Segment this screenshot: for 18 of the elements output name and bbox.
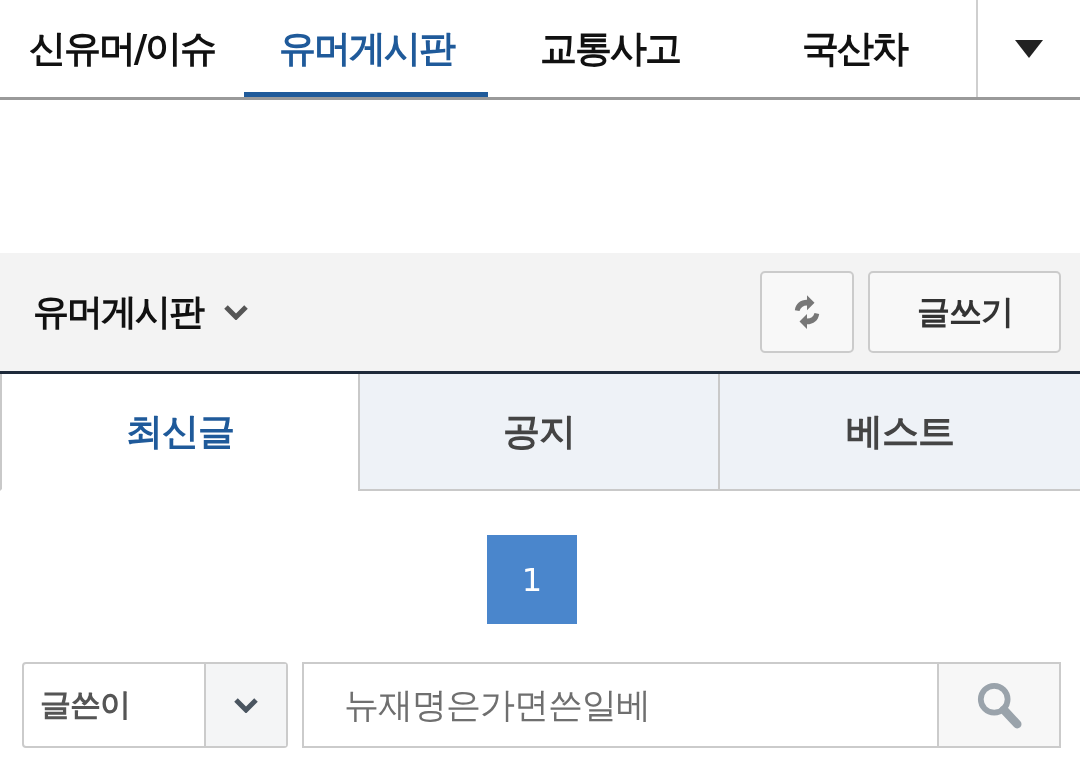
- search-input[interactable]: 뉴재명은가면쓴일베: [302, 662, 937, 748]
- chevron-down-icon: [223, 304, 249, 320]
- dropdown-triangle-icon: [1015, 39, 1043, 58]
- category-tab[interactable]: 국산차: [732, 0, 976, 97]
- page-button[interactable]: 1: [487, 535, 577, 624]
- refresh-button[interactable]: [760, 271, 854, 353]
- list-tab[interactable]: 베스트: [718, 374, 1080, 491]
- list-tab[interactable]: 공지: [358, 374, 718, 491]
- category-tab[interactable]: 유머게시판: [244, 0, 488, 97]
- board-select[interactable]: 유머게시판: [33, 287, 249, 337]
- category-tab[interactable]: 신유머/이슈: [0, 0, 244, 97]
- write-button[interactable]: 글쓰기: [868, 271, 1061, 353]
- category-tab[interactable]: 교통사고: [488, 0, 732, 97]
- refresh-icon: [792, 295, 822, 329]
- chevron-down-icon: [233, 697, 259, 713]
- search-icon: [976, 681, 1022, 729]
- search-filter-dropdown[interactable]: 글쓴이: [22, 662, 288, 748]
- search-button[interactable]: [937, 662, 1061, 748]
